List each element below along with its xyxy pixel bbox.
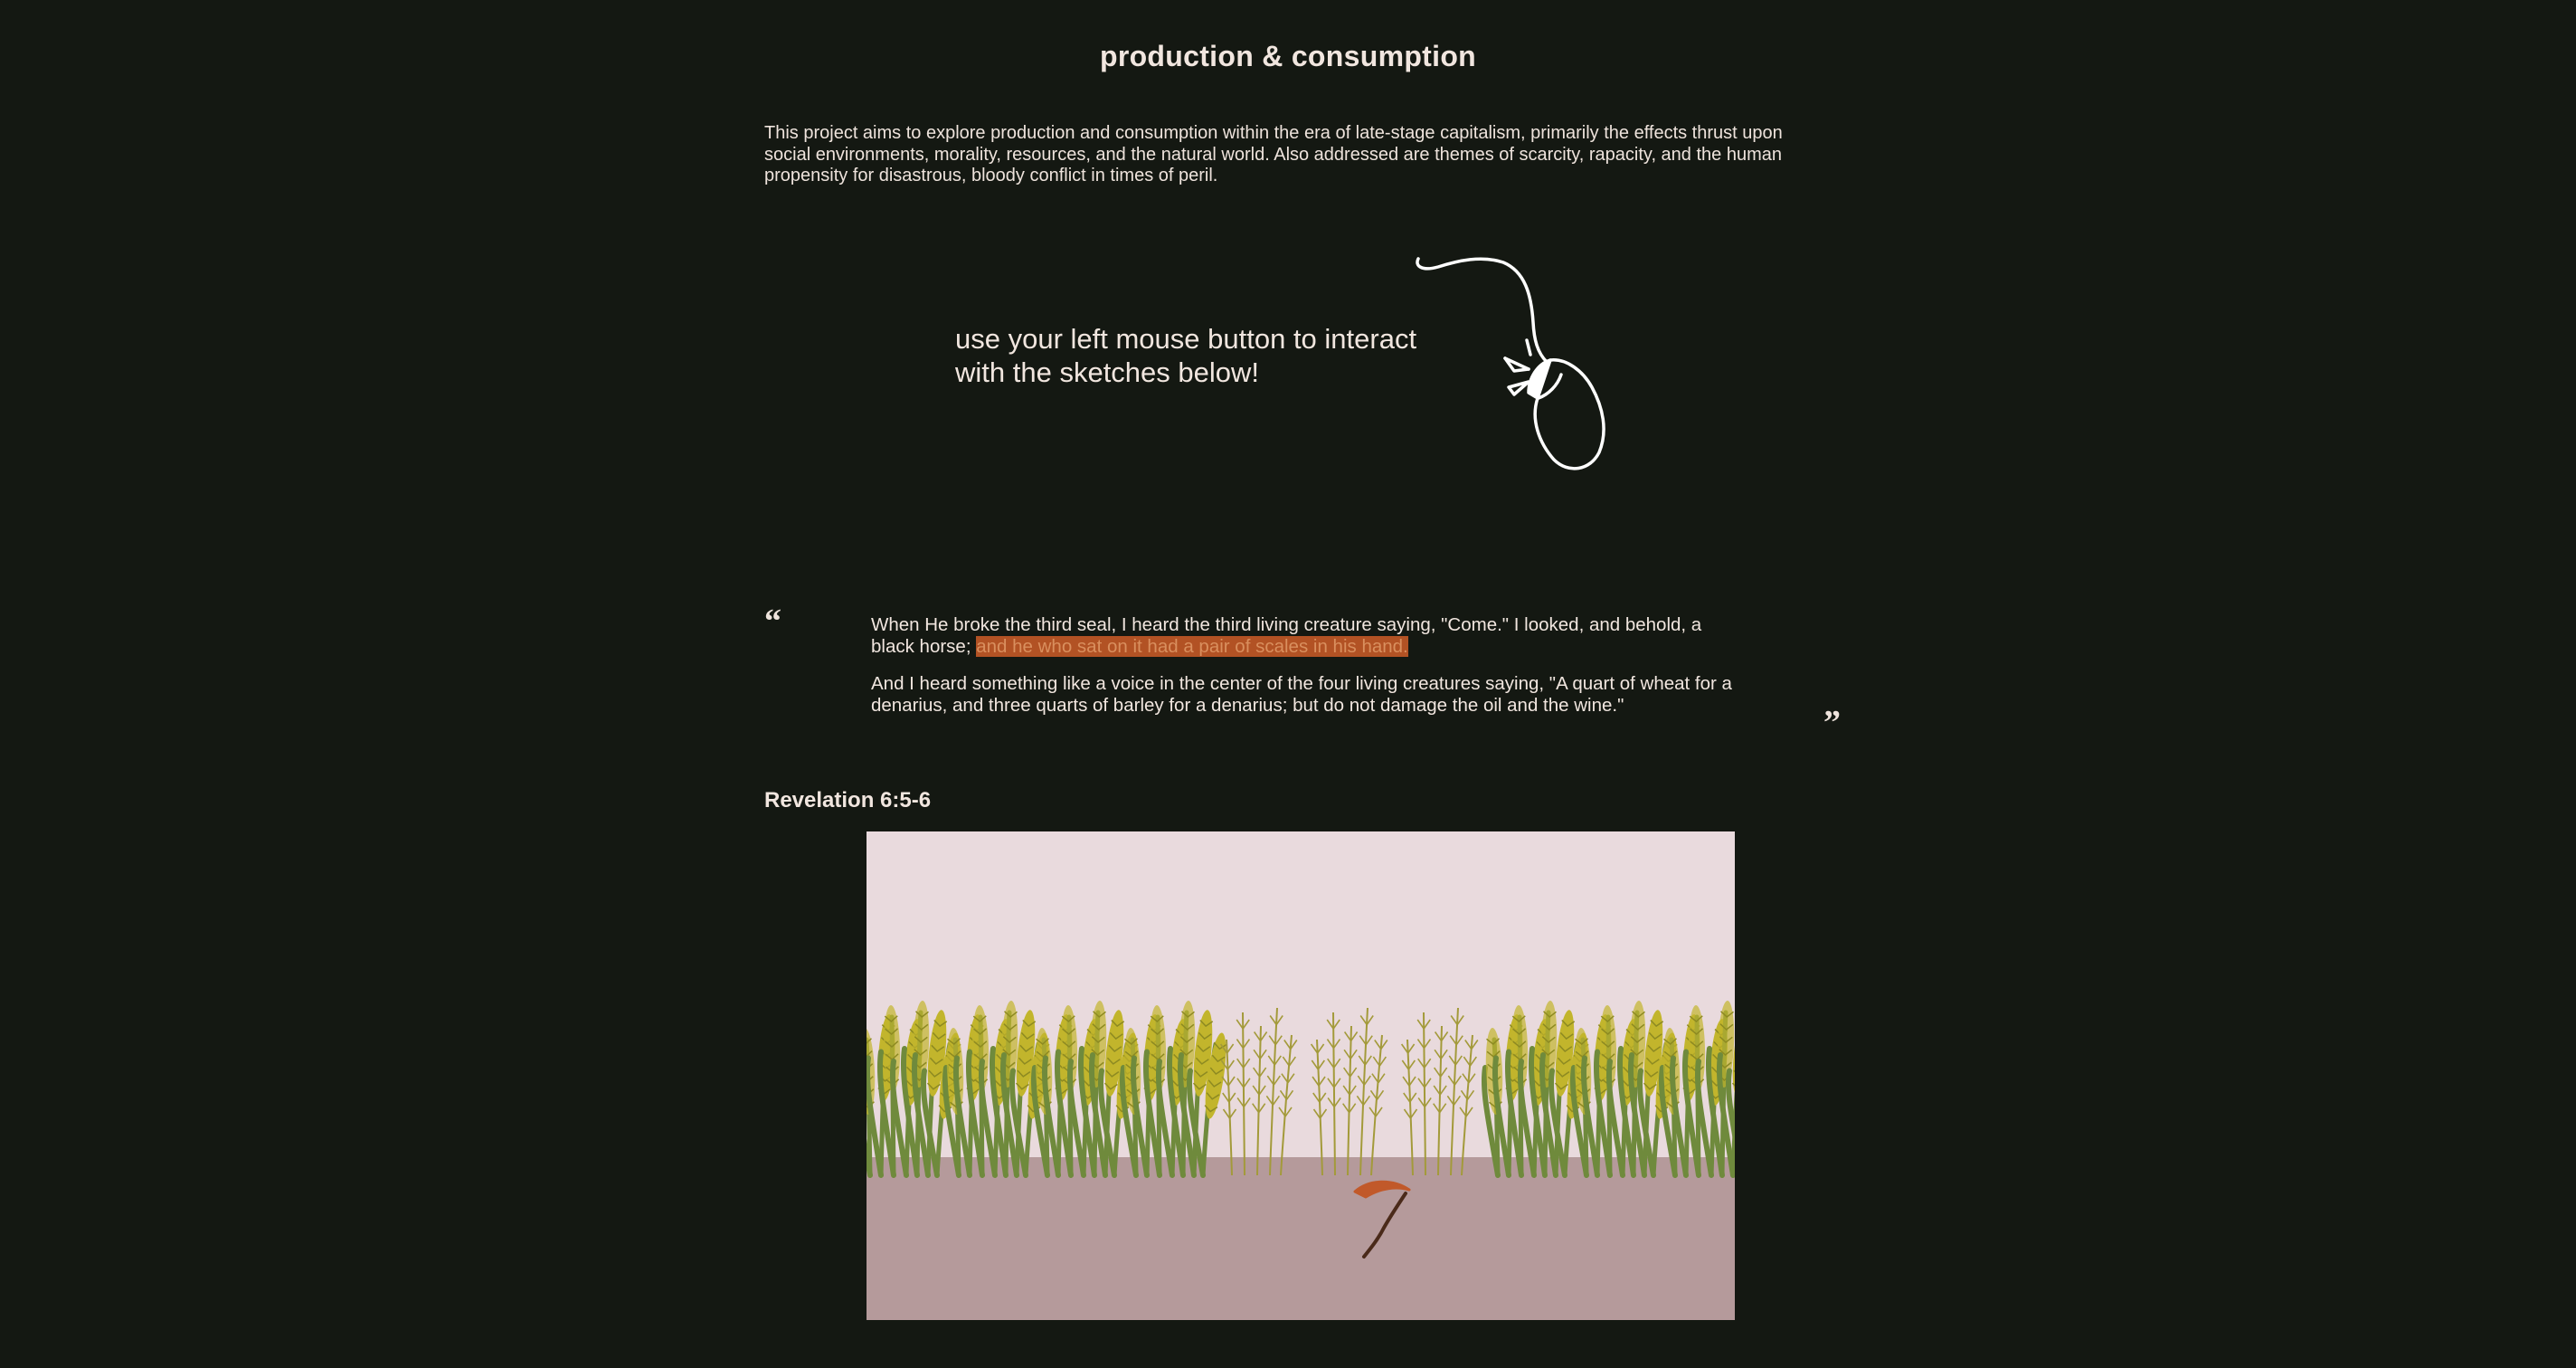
page-title: production & consumption — [1099, 40, 1477, 72]
quote-verse-2: And I heard something like a voice in th… — [871, 673, 1732, 716]
field-sketch — [867, 1001, 1735, 1259]
computer-mouse-icon — [1416, 257, 1605, 470]
dry-wheat-icon — [1219, 1007, 1298, 1176]
citation: Revelation 6:5-6 — [764, 788, 932, 812]
scythe-icon[interactable] — [1353, 1180, 1411, 1259]
quote-close-mark: ” — [1823, 704, 1841, 742]
wheat-icon — [1569, 1028, 1592, 1178]
wheat-icon — [1481, 1028, 1503, 1178]
wheat-icon — [942, 1028, 964, 1178]
wheat-icon — [1030, 1028, 1053, 1178]
wheat-icon — [1658, 1028, 1681, 1178]
wheat-cluster — [1658, 1001, 1735, 1178]
instruction-text: use your left mouse button to interact w… — [955, 323, 1417, 388]
verse-1-highlight: and he who sat on it had a pair of scale… — [976, 635, 1408, 657]
dry-wheat-icon — [1400, 1007, 1479, 1176]
wheat-icon — [1119, 1028, 1141, 1178]
dry-wheat-icon — [1310, 1007, 1388, 1176]
quote-verse-1: When He broke the third seal, I heard th… — [871, 614, 1739, 657]
sketch-canvas[interactable] — [867, 831, 1735, 1320]
wheat-cluster — [1119, 1001, 1227, 1178]
intro-paragraph: This project aims to explore production … — [764, 123, 1783, 185]
quote-open-mark: “ — [764, 603, 781, 641]
